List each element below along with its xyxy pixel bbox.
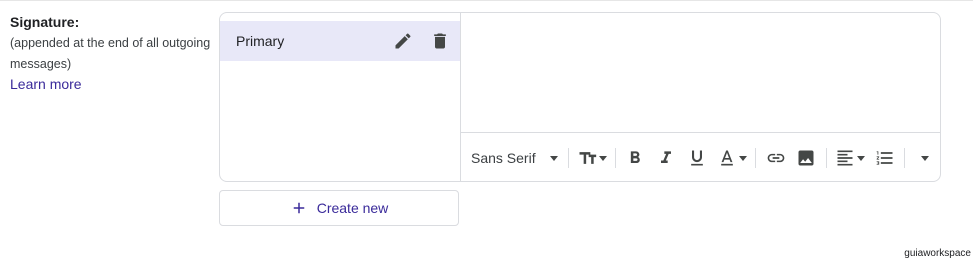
toolbar-divider (904, 148, 906, 168)
italic-button[interactable] (651, 143, 682, 173)
signature-item-label: Primary (236, 33, 285, 49)
underline-icon (691, 150, 703, 166)
chevron-down-icon (738, 155, 747, 161)
edit-icon[interactable] (385, 23, 421, 59)
more-options-icon (920, 155, 929, 161)
text-color-button[interactable] (713, 143, 752, 173)
chevron-down-icon (598, 155, 607, 161)
signature-panel: Primary Sans Serif (219, 12, 941, 182)
image-icon (798, 150, 814, 166)
learn-more-link[interactable]: Learn more (10, 76, 82, 92)
plus-icon (293, 202, 304, 214)
signature-label-column: Signature: (appended at the end of all o… (10, 13, 218, 94)
link-icon (767, 153, 784, 163)
toolbar-divider (567, 148, 569, 168)
toolbar-divider (615, 148, 617, 168)
numbered-list-icon (876, 151, 893, 165)
font-family-value: Sans Serif (471, 150, 536, 166)
signature-description: (appended at the end of all outgoing mes… (10, 36, 211, 71)
numbered-list-button[interactable] (869, 143, 900, 173)
more-options-button[interactable] (909, 143, 940, 173)
delete-icon[interactable] (422, 23, 458, 59)
link-button[interactable] (760, 143, 791, 173)
create-new-label: Create new (316, 200, 389, 216)
watermark: guiaworkspace (904, 248, 971, 259)
underline-button[interactable] (682, 143, 713, 173)
signature-list: Primary (220, 13, 461, 181)
signature-title: Signature: (10, 14, 80, 30)
toolbar-divider (825, 148, 827, 168)
chevron-down-icon (857, 155, 866, 161)
align-icon (837, 150, 853, 166)
signature-editor: Sans Serif (461, 13, 940, 181)
formatting-toolbar: Sans Serif (461, 134, 940, 181)
align-button[interactable] (831, 143, 870, 173)
bold-icon (631, 151, 641, 163)
text-size-icon (579, 152, 596, 164)
signature-item-primary[interactable]: Primary (220, 21, 460, 61)
text-size-button[interactable] (573, 143, 612, 173)
insert-image-button[interactable] (791, 143, 822, 173)
font-family-select[interactable]: Sans Serif (471, 143, 564, 173)
italic-icon (661, 151, 672, 163)
top-divider (0, 0, 973, 1)
text-color-icon (721, 150, 733, 166)
toolbar-divider (755, 148, 757, 168)
chevron-down-icon (549, 155, 558, 161)
create-new-button[interactable]: Create new (219, 190, 459, 226)
signature-text-area[interactable] (461, 13, 940, 133)
bold-button[interactable] (620, 143, 651, 173)
